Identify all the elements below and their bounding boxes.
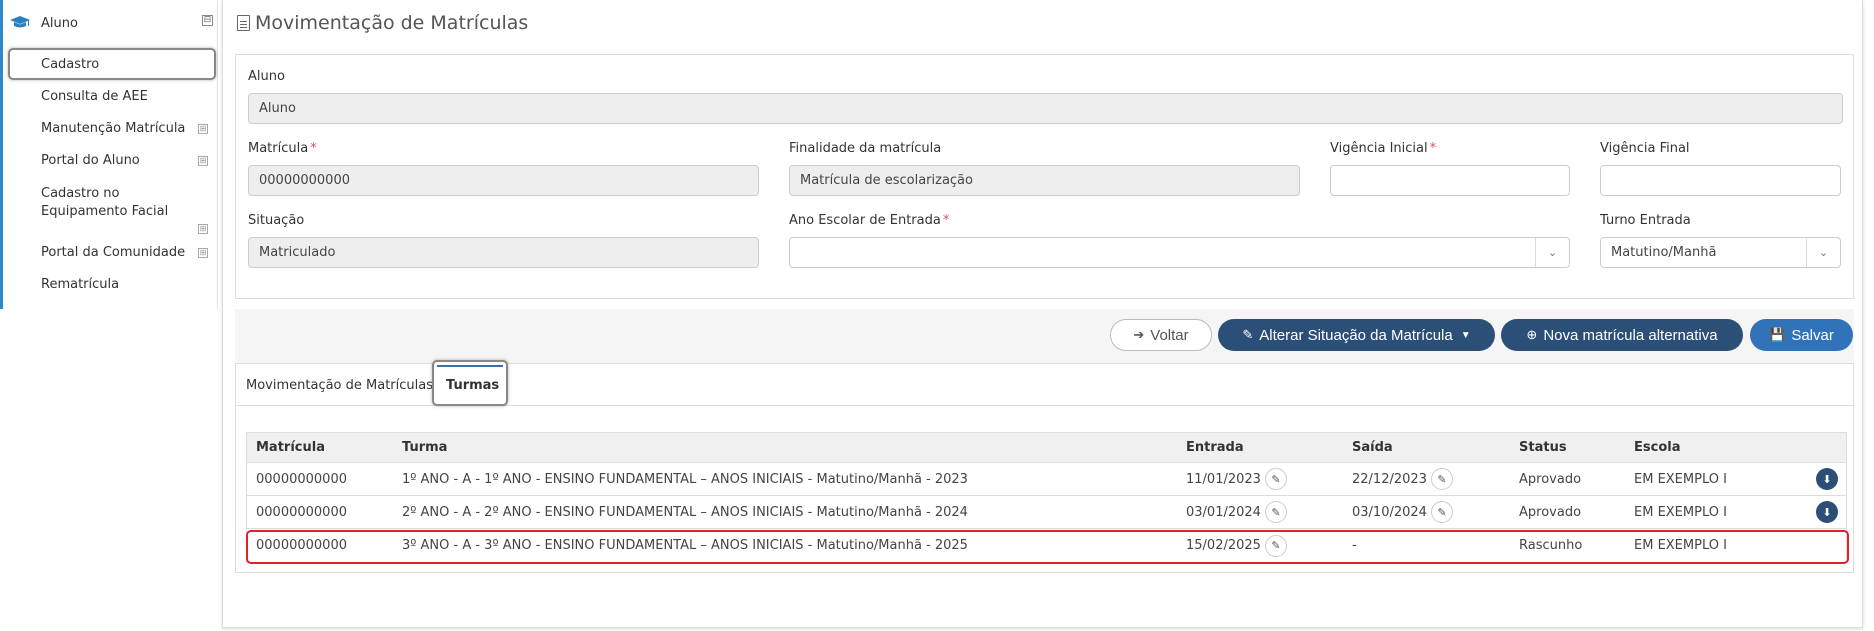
vigencia-inicial-label: Vigência Inicial * (1330, 141, 1437, 156)
sidebar-item-portal-comunidade[interactable]: Portal da Comunidade (41, 245, 185, 260)
aluno-value: Aluno (259, 101, 296, 116)
alterar-situacao-button[interactable]: ✎ Alterar Situação da Matrícula ▼ (1218, 319, 1495, 351)
finalidade-value: Matrícula de escolarização (800, 173, 973, 188)
matricula-label: Matrícula * (248, 141, 317, 156)
sidebar-item-manutencao-matricula[interactable]: Manutenção Matrícula (41, 121, 185, 136)
row-entrada: 11/01/2023 ✎ (1186, 463, 1287, 495)
table-row[interactable]: 00000000000 3º ANO - A - 3º ANO - ENSINO… (247, 529, 1846, 562)
edit-icon[interactable]: ✎ (1264, 501, 1287, 523)
row-entrada: 03/01/2024 ✎ (1186, 496, 1287, 528)
edit-icon[interactable]: ✎ (1264, 468, 1287, 490)
tab-turmas-label: Turmas (446, 378, 500, 393)
chevron-down-icon[interactable]: ⌄ (1806, 238, 1840, 267)
situacao-label: Situação (248, 213, 305, 228)
row-saida: 03/10/2024 ✎ (1352, 496, 1453, 528)
ano-escolar-label: Ano Escolar de Entrada * (789, 213, 950, 228)
matricula-field: 00000000000 (248, 165, 759, 196)
sidebar-active-indicator (8, 48, 216, 80)
expand-icon[interactable]: ⊞ (198, 224, 208, 234)
tab-movimentacao-matriculas[interactable]: Movimentação de Matrículas (246, 378, 433, 393)
turno-select[interactable]: Matutino/Manhã ⌄ (1600, 237, 1841, 268)
tabs-panel: Movimentação de Matrículas Turmas Matríc… (235, 360, 1854, 573)
vigencia-final-label: Vigência Final (1600, 141, 1690, 156)
col-escola: Escola (1634, 440, 1681, 455)
sidebar-item-portal-aluno[interactable]: Portal do Aluno (41, 153, 140, 168)
sidebar-header-label: Aluno (41, 15, 78, 31)
sidebar-item-consulta-aee[interactable]: Consulta de AEE (41, 89, 148, 104)
turmas-table: Matrícula Turma Entrada Saída Status Esc… (246, 432, 1847, 563)
finalidade-field: Matrícula de escolarização (789, 165, 1300, 196)
row-saida: - (1352, 538, 1357, 553)
col-saida: Saída (1352, 440, 1393, 455)
graduation-cap-icon (9, 15, 31, 31)
page-title-text: Movimentação de Matrículas (255, 12, 529, 34)
save-icon: 💾 (1769, 327, 1786, 342)
ano-escolar-select[interactable]: ⌄ (789, 237, 1570, 268)
row-matricula: 00000000000 (256, 471, 347, 487)
row-status: Rascunho (1519, 538, 1583, 553)
tab-row: Movimentação de Matrículas Turmas (236, 360, 1853, 406)
sidebar-item-rematricula[interactable]: Rematrícula (41, 277, 119, 292)
situacao-value: Matriculado (259, 245, 336, 260)
col-entrada: Entrada (1186, 440, 1244, 455)
row-escola: EM EXEMPLO I (1634, 538, 1727, 553)
document-icon (237, 15, 250, 31)
aluno-label: Aluno (248, 69, 285, 84)
row-status: Aprovado (1519, 471, 1582, 487)
table-row: 00000000000 1º ANO - A - 1º ANO - ENSINO… (247, 463, 1846, 496)
form-panel: Aluno Aluno Matrícula * 00000000000 Final… (235, 54, 1854, 299)
row-turma: 1º ANO - A - 1º ANO - ENSINO FUNDAMENTAL… (402, 471, 968, 487)
table-row: 00000000000 2º ANO - A - 2º ANO - ENSINO… (247, 496, 1846, 529)
download-icon[interactable]: ⬇ (1816, 501, 1838, 523)
voltar-button[interactable]: ➔ Voltar (1110, 319, 1212, 351)
turno-label: Turno Entrada (1600, 213, 1691, 228)
row-turma: 2º ANO - A - 2º ANO - ENSINO FUNDAMENTAL… (402, 504, 968, 520)
arrow-left-icon: ➔ (1133, 327, 1145, 342)
col-matricula: Matrícula (256, 440, 325, 455)
turno-value: Matutino/Manhã (1611, 245, 1717, 260)
edit-icon[interactable]: ✎ (1430, 468, 1453, 490)
vigencia-final-input[interactable] (1600, 165, 1841, 196)
col-turma: Turma (402, 440, 448, 455)
sidebar-header-aluno[interactable]: Aluno ⊟ (9, 12, 213, 34)
row-escola: EM EXEMPLO I (1634, 471, 1727, 487)
finalidade-label: Finalidade da matrícula (789, 141, 942, 156)
expand-icon[interactable]: ⊞ (198, 156, 208, 166)
main-content: Movimentação de Matrículas Aluno Aluno M… (222, 0, 1863, 628)
download-icon[interactable]: ⬇ (1816, 468, 1838, 490)
edit-icon[interactable]: ✎ (1264, 534, 1287, 557)
edit-icon[interactable]: ✎ (1430, 501, 1453, 523)
plus-circle-icon: ⊕ (1526, 327, 1538, 342)
collapse-icon[interactable]: ⊟ (202, 15, 213, 26)
situacao-field: Matriculado (248, 237, 759, 268)
salvar-button[interactable]: 💾 Salvar (1750, 319, 1853, 351)
aluno-field: Aluno (248, 93, 1843, 124)
table-header: Matrícula Turma Entrada Saída Status Esc… (247, 433, 1846, 463)
sidebar: Aluno ⊟ Cadastro Consulta de AEE Manuten… (0, 0, 218, 309)
row-escola: EM EXEMPLO I (1634, 504, 1727, 520)
nova-matricula-button[interactable]: ⊕ Nova matrícula alternativa (1501, 319, 1743, 351)
row-matricula: 00000000000 (256, 504, 347, 520)
sidebar-item-cadastro-equipamento-facial[interactable]: Cadastro no Equipamento Facial (41, 185, 209, 221)
vigencia-inicial-input[interactable] (1330, 165, 1570, 196)
caret-down-icon: ▼ (1460, 329, 1471, 341)
chevron-down-icon[interactable]: ⌄ (1535, 238, 1569, 267)
expand-icon[interactable]: ⊞ (198, 124, 208, 134)
row-status: Aprovado (1519, 504, 1582, 520)
col-status: Status (1519, 440, 1567, 455)
row-turma: 3º ANO - A - 3º ANO - ENSINO FUNDAMENTAL… (402, 538, 968, 553)
row-entrada: 15/02/2025 ✎ (1186, 529, 1287, 562)
expand-icon[interactable]: ⊞ (198, 248, 208, 258)
page-title: Movimentação de Matrículas (237, 12, 528, 34)
sidebar-item-cadastro[interactable]: Cadastro (41, 57, 99, 72)
edit-icon: ✎ (1242, 327, 1254, 342)
row-matricula: 00000000000 (256, 538, 347, 553)
matricula-value: 00000000000 (259, 173, 350, 188)
tab-turmas[interactable]: Turmas (432, 360, 508, 406)
actions-toolbar: ➔ Voltar ✎ Alterar Situação da Matrícula… (235, 309, 1854, 363)
row-saida: 22/12/2023 ✎ (1352, 463, 1453, 495)
